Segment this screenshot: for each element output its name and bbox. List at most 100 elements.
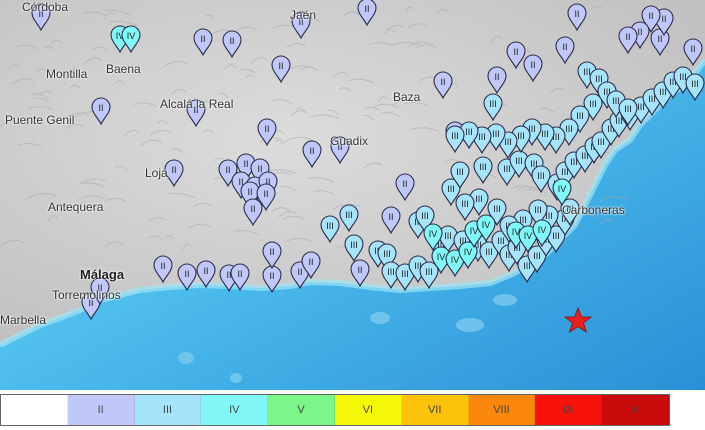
marker-label: III <box>475 194 483 204</box>
marker-label: III <box>679 72 687 82</box>
marker-label: II <box>203 266 208 276</box>
marker-label: II <box>257 164 262 174</box>
marker-label: II <box>402 179 407 189</box>
intensity-legend: II III IV V VI VII VIII IX X <box>0 394 670 426</box>
marker-label: II <box>247 187 252 197</box>
marker-label: IV <box>127 31 136 41</box>
place-label-guadix: Guadix <box>330 134 369 148</box>
marker-label: II <box>661 14 666 24</box>
marker-label: II <box>637 27 642 37</box>
marker-label: IV <box>482 220 491 230</box>
marker-label: IV <box>538 225 547 235</box>
legend-cell-v: V <box>268 395 335 425</box>
marker-label: III <box>451 131 459 141</box>
marker-label: II <box>278 61 283 71</box>
legend-cell-vi: VI <box>334 395 402 425</box>
marker-label: II <box>648 11 653 21</box>
marker-label: III <box>497 236 505 246</box>
marker-label: III <box>493 204 501 214</box>
marker-label: II <box>160 261 165 271</box>
marker-label: III <box>637 102 645 112</box>
marker-label: II <box>308 257 313 267</box>
marker-label: III <box>492 129 500 139</box>
legend-label: X <box>631 404 639 416</box>
legend-cell-x: X <box>602 395 669 425</box>
marker-label: II <box>657 34 662 44</box>
marker-label: III <box>489 99 497 109</box>
marker-label: III <box>576 111 584 121</box>
legend-cell-iv: IV <box>201 395 269 425</box>
marker-label: III <box>465 127 473 137</box>
marker-label: IV <box>437 252 446 262</box>
marker-label: III <box>583 67 591 77</box>
marker-label: II <box>440 77 445 87</box>
marker-label: III <box>326 221 334 231</box>
marker-label: IV <box>451 255 460 265</box>
marker-label: III <box>534 205 542 215</box>
legend-label: II <box>97 404 104 416</box>
marker-label: II <box>237 269 242 279</box>
marker-label: III <box>517 131 525 141</box>
place-label-jaen: Jaén <box>290 8 317 22</box>
intensity-map[interactable]: II II II II II II II II II II II II II II II II II II II II… <box>0 0 705 390</box>
marker-label: III <box>533 251 541 261</box>
place-label-malaga: Málaga <box>80 267 125 282</box>
marker-label: II <box>171 165 176 175</box>
legend-label: VII <box>427 404 442 416</box>
marker-label: II <box>225 165 230 175</box>
marker-label: II <box>250 204 255 214</box>
marker-label: II <box>269 247 274 257</box>
legend-cell-iii: III <box>134 395 202 425</box>
marker-label: III <box>503 164 511 174</box>
place-label-montilla: Montilla <box>46 67 88 81</box>
marker-label: III <box>444 231 452 241</box>
marker-label: III <box>565 124 573 134</box>
legend-label: IX <box>563 404 574 416</box>
marker-label: III <box>425 267 433 277</box>
marker-label: II <box>625 32 630 42</box>
place-label-puente-genil: Puente Genil <box>5 113 75 127</box>
marker-label: III <box>552 231 560 241</box>
place-label-marbella: Marbella <box>0 313 47 327</box>
marker-label: III <box>691 79 699 89</box>
marker-label: III <box>478 132 486 142</box>
legend-label: VI <box>362 404 374 416</box>
marker-label: II <box>690 44 695 54</box>
marker-label: III <box>595 74 603 84</box>
legend-label: III <box>162 404 173 416</box>
marker-label: III <box>421 211 429 221</box>
marker-label: III <box>447 184 455 194</box>
marker-label: III <box>345 210 353 220</box>
legend-cell-viii: VIII <box>468 395 536 425</box>
marker-label: II <box>364 4 369 14</box>
marker-label: II <box>574 9 579 19</box>
marker-label: II <box>530 60 535 70</box>
place-label-carboneras: Carboneras <box>562 203 625 217</box>
marker-label: II <box>184 269 189 279</box>
marker-label: II <box>297 267 302 277</box>
place-label-loja: Loja <box>145 166 168 180</box>
marker-label: II <box>562 42 567 52</box>
marker-label: III <box>387 267 395 277</box>
legend-cell-ii: II <box>67 395 135 425</box>
marker-label: II <box>229 36 234 46</box>
marker-label: III <box>401 269 409 279</box>
marker-label: III <box>589 99 597 109</box>
marker-label: III <box>383 249 391 259</box>
marker-label: II <box>98 103 103 113</box>
marker-label: III <box>479 162 487 172</box>
legend-label: VIII <box>493 404 510 416</box>
legend-label: V <box>297 404 305 416</box>
place-label-cordoba: Córdoba <box>22 0 69 14</box>
marker-label: II <box>309 146 314 156</box>
marker-label: III <box>541 129 549 139</box>
place-label-baena: Baena <box>106 62 141 76</box>
marker-label: II <box>264 124 269 134</box>
marker-label: II <box>269 271 274 281</box>
marker-label: III <box>485 247 493 257</box>
marker-label: IV <box>524 231 533 241</box>
legend-label: IV <box>229 404 240 416</box>
marker-label: III <box>350 240 358 250</box>
marker-label: II <box>513 47 518 57</box>
marker-label: III <box>523 261 531 271</box>
